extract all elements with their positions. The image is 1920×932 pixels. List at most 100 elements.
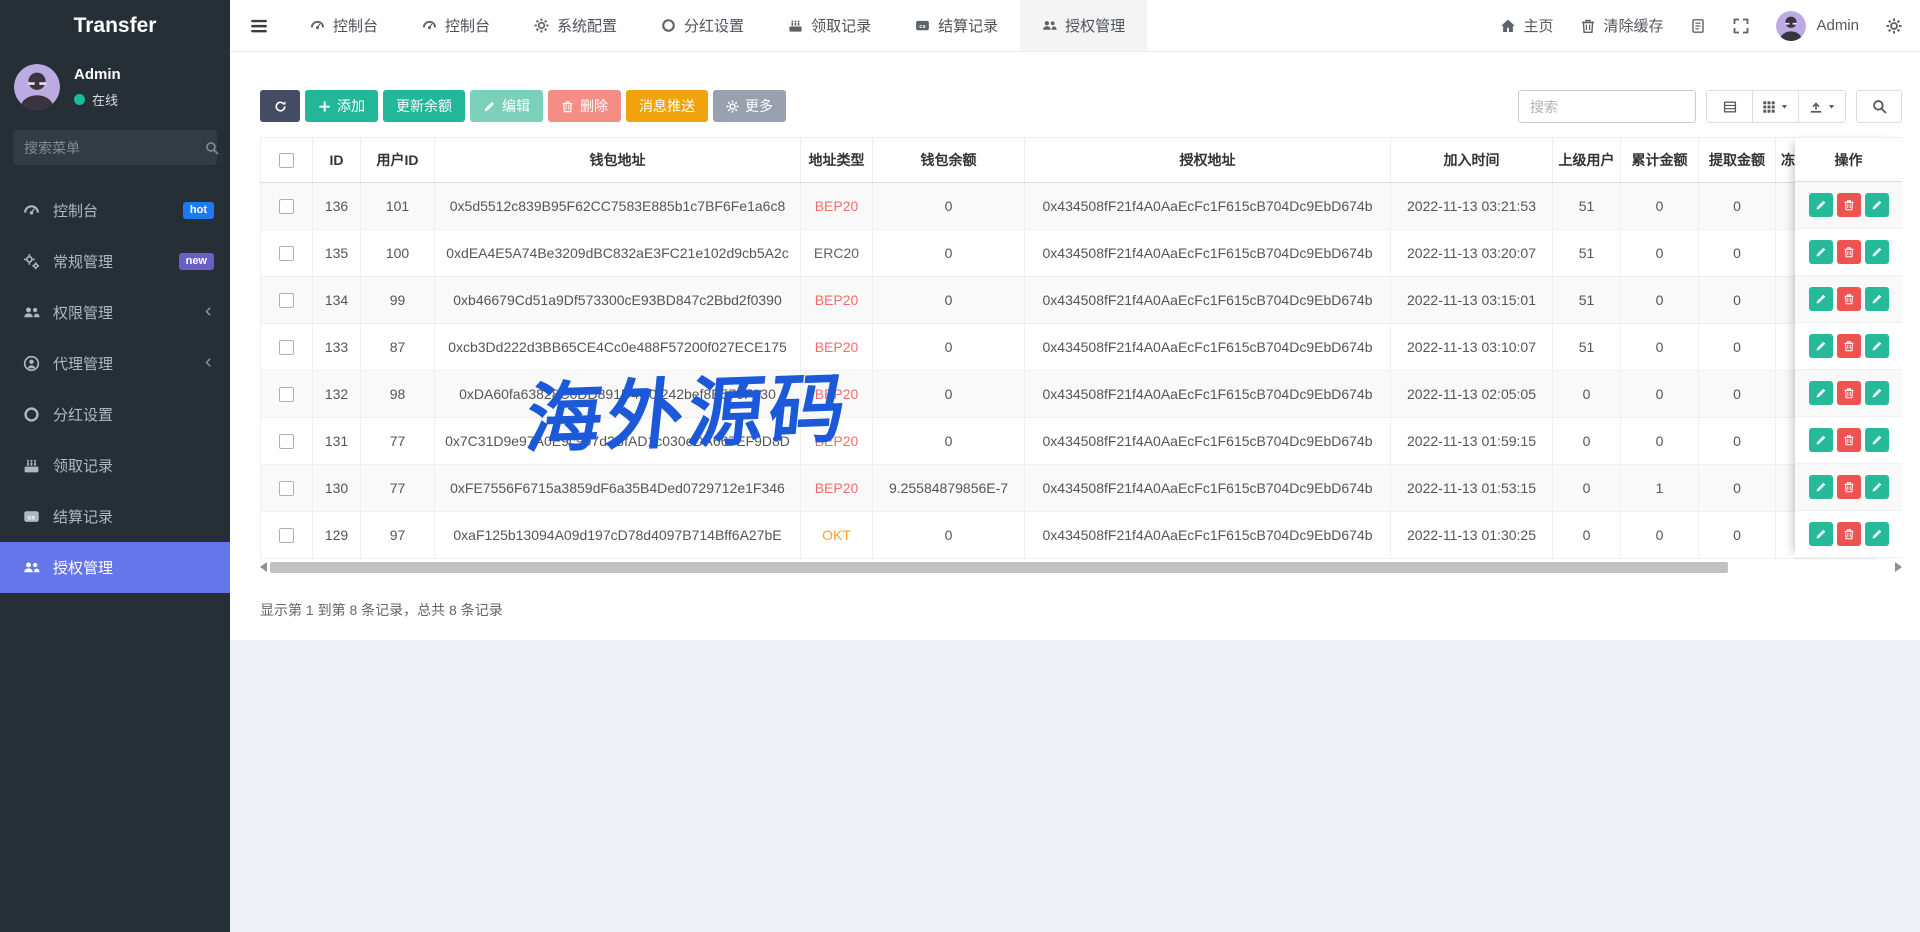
columns-button[interactable] bbox=[1753, 91, 1799, 122]
nav-tab[interactable]: 系统配置 bbox=[512, 0, 639, 51]
scroll-right-arrow[interactable] bbox=[1895, 562, 1902, 572]
row-edit-button[interactable] bbox=[1809, 522, 1833, 546]
nav-tab-label: 授权管理 bbox=[1065, 15, 1125, 36]
row-delete-button[interactable] bbox=[1837, 240, 1861, 264]
sidebar-item[interactable]: 授权管理 bbox=[0, 542, 230, 593]
row-edit-button[interactable] bbox=[1809, 193, 1833, 217]
nav-tab[interactable]: 领取记录 bbox=[766, 0, 893, 51]
row-edit-button[interactable] bbox=[1809, 287, 1833, 311]
table-search-input[interactable] bbox=[1518, 90, 1696, 123]
row-edit-button[interactable] bbox=[1809, 334, 1833, 358]
cell-id: 132 bbox=[313, 371, 361, 418]
row-delete-button[interactable] bbox=[1837, 193, 1861, 217]
row-auth-button[interactable] bbox=[1865, 193, 1889, 217]
icon-gears bbox=[23, 253, 40, 270]
avatar bbox=[1776, 11, 1806, 41]
cell-address-type: BEP20 bbox=[801, 183, 873, 230]
action-row bbox=[1795, 511, 1902, 558]
fullscreen-button[interactable] bbox=[1733, 18, 1749, 34]
row-auth-button[interactable] bbox=[1865, 522, 1889, 546]
delete-button[interactable]: 删除 bbox=[548, 90, 621, 122]
row-checkbox[interactable] bbox=[279, 293, 294, 308]
edit-button[interactable]: 编辑 bbox=[470, 90, 543, 122]
export-button[interactable] bbox=[1799, 91, 1845, 122]
row-checkbox[interactable] bbox=[279, 387, 294, 402]
row-checkbox[interactable] bbox=[279, 434, 294, 449]
clear-cache-link[interactable]: 清除缓存 bbox=[1580, 15, 1663, 36]
cell-auth-address: 0x434508fF21f4A0AaEcFc1F615cB704Dc9EbD67… bbox=[1025, 324, 1391, 371]
nav-tab[interactable]: 控制台 bbox=[400, 0, 512, 51]
row-checkbox[interactable] bbox=[279, 528, 294, 543]
row-checkbox[interactable] bbox=[279, 481, 294, 496]
row-delete-button[interactable] bbox=[1837, 522, 1861, 546]
search-button[interactable] bbox=[1856, 90, 1902, 123]
cell-parent-user: 51 bbox=[1553, 324, 1621, 371]
sidebar-item[interactable]: 常规管理new bbox=[0, 236, 230, 287]
user-menu[interactable]: Admin bbox=[1776, 11, 1859, 41]
cell-join-time: 2022-11-13 01:59:15 bbox=[1391, 418, 1553, 465]
profile-name: Admin bbox=[74, 66, 121, 83]
home-link[interactable]: 主页 bbox=[1500, 15, 1553, 36]
cell-join-time: 2022-11-13 01:53:15 bbox=[1391, 465, 1553, 512]
table-row: 1361010x5d5512c839B95F62CC7583E885b1c7BF… bbox=[261, 183, 1876, 230]
avatar[interactable] bbox=[14, 64, 60, 110]
brand-title: Transfer bbox=[0, 0, 230, 52]
trash-icon bbox=[561, 100, 574, 113]
row-auth-button[interactable] bbox=[1865, 475, 1889, 499]
row-edit-button[interactable] bbox=[1809, 475, 1833, 499]
add-button[interactable]: 添加 bbox=[305, 90, 378, 122]
settings-button[interactable] bbox=[1886, 18, 1902, 34]
row-auth-button[interactable] bbox=[1865, 381, 1889, 405]
sidebar-item[interactable]: 权限管理 bbox=[0, 287, 230, 338]
cell-withdraw-amount: 0 bbox=[1699, 183, 1776, 230]
cell-parent-user: 51 bbox=[1553, 183, 1621, 230]
nav-tab-label: 结算记录 bbox=[938, 15, 998, 36]
column-header: 累计金额 bbox=[1621, 138, 1699, 183]
row-delete-button[interactable] bbox=[1837, 334, 1861, 358]
table-row: 132980xDA60fa63828C0DD891D4C0f242bef8E57… bbox=[261, 371, 1876, 418]
sidebar-item[interactable]: 分红设置 bbox=[0, 389, 230, 440]
refresh-button[interactable] bbox=[260, 90, 300, 122]
row-auth-button[interactable] bbox=[1865, 334, 1889, 358]
row-auth-button[interactable] bbox=[1865, 240, 1889, 264]
push-message-button[interactable]: 消息推送 bbox=[626, 90, 708, 122]
nav-tab[interactable]: 授权管理 bbox=[1020, 0, 1147, 51]
detail-view-button[interactable] bbox=[1707, 91, 1753, 122]
row-edit-button[interactable] bbox=[1809, 240, 1833, 264]
scrollbar-thumb[interactable] bbox=[270, 562, 1728, 573]
sidebar-search-input[interactable] bbox=[24, 140, 205, 156]
more-button[interactable]: 更多 bbox=[713, 90, 786, 122]
nav-tab[interactable]: 结算记录 bbox=[893, 0, 1020, 51]
sidebar-toggle-button[interactable] bbox=[230, 0, 288, 51]
document-button[interactable] bbox=[1690, 18, 1706, 34]
row-delete-button[interactable] bbox=[1837, 475, 1861, 499]
cell-auth-address: 0x434508fF21f4A0AaEcFc1F615cB704Dc9EbD67… bbox=[1025, 418, 1391, 465]
row-select-cell bbox=[261, 324, 313, 371]
clear-cache-label: 清除缓存 bbox=[1603, 15, 1663, 36]
row-checkbox[interactable] bbox=[279, 246, 294, 261]
row-checkbox[interactable] bbox=[279, 340, 294, 355]
cell-auth-address: 0x434508fF21f4A0AaEcFc1F615cB704Dc9EbD67… bbox=[1025, 371, 1391, 418]
row-delete-button[interactable] bbox=[1837, 381, 1861, 405]
cell-total-amount: 0 bbox=[1621, 512, 1699, 559]
row-auth-button[interactable] bbox=[1865, 287, 1889, 311]
row-delete-button[interactable] bbox=[1837, 287, 1861, 311]
nav-tab[interactable]: 分红设置 bbox=[639, 0, 766, 51]
select-all-checkbox[interactable] bbox=[279, 153, 294, 168]
update-balance-button[interactable]: 更新余额 bbox=[383, 90, 465, 122]
sidebar-item[interactable]: 控制台hot bbox=[0, 185, 230, 236]
scroll-left-arrow[interactable] bbox=[260, 562, 267, 572]
row-delete-button[interactable] bbox=[1837, 428, 1861, 452]
row-edit-button[interactable] bbox=[1809, 428, 1833, 452]
trash-icon bbox=[1843, 481, 1855, 493]
sidebar-item[interactable]: 代理管理 bbox=[0, 338, 230, 389]
row-edit-button[interactable] bbox=[1809, 381, 1833, 405]
row-checkbox[interactable] bbox=[279, 199, 294, 214]
nav-tab-label: 控制台 bbox=[445, 15, 490, 36]
action-row bbox=[1795, 276, 1902, 323]
icon-gear bbox=[534, 18, 549, 33]
sidebar-item[interactable]: 结算记录 bbox=[0, 491, 230, 542]
row-auth-button[interactable] bbox=[1865, 428, 1889, 452]
nav-tab[interactable]: 控制台 bbox=[288, 0, 400, 51]
sidebar-item[interactable]: 领取记录 bbox=[0, 440, 230, 491]
